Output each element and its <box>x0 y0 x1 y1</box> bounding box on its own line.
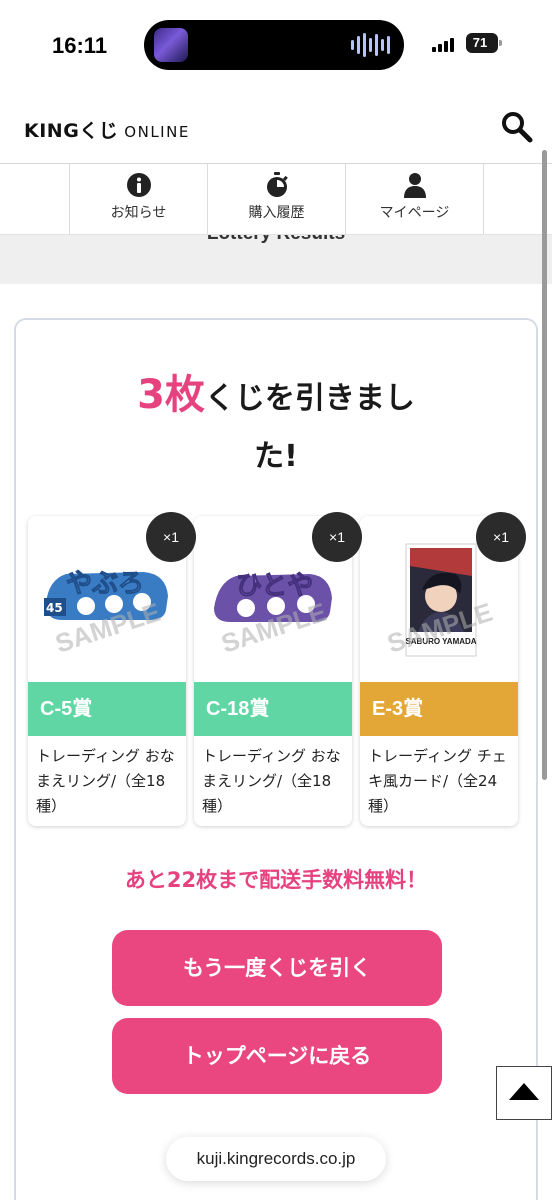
prize-name: トレーディング おなまえリング/（全18種） <box>202 747 341 815</box>
quantity-badge: ×1 <box>476 512 526 562</box>
info-icon <box>126 173 151 197</box>
result-heading-text-2: た! <box>254 439 298 474</box>
battery-level: 71 <box>472 35 488 50</box>
nav-bar: お知らせ 購入履歴 マイページ <box>0 164 552 234</box>
search-icon[interactable] <box>500 110 534 144</box>
nav-item-purchase-history[interactable]: 購入履歴 <box>207 164 345 234</box>
result-heading-text: くじを引きまし <box>204 381 415 416</box>
nav-label: 購入履歴 <box>248 205 305 221</box>
scroll-to-top-button[interactable] <box>496 1066 552 1120</box>
nav-item-my-page[interactable]: マイページ <box>345 164 483 234</box>
dynamic-island <box>144 20 404 70</box>
now-playing-artwork <box>154 28 188 62</box>
result-count: 3枚 <box>137 372 205 418</box>
cellular-signal-icon <box>432 36 454 52</box>
prize-card[interactable]: SABURO YAMADA SAMPLE E-3賞 トレーディング チェキ風カー… <box>360 516 518 826</box>
draw-again-button[interactable]: もう一度くじを引く <box>112 930 442 1006</box>
prize-name: トレーディング おなまえリング/（全18種） <box>36 747 175 815</box>
site-header: KINGくじ ONLINE <box>0 92 552 164</box>
browser-url-bar[interactable]: kuji.kingrecords.co.jp <box>166 1137 386 1181</box>
prize-rank: C-18賞 <box>194 682 352 736</box>
nav-item-news[interactable]: お知らせ <box>69 164 207 234</box>
nav-label: お知らせ <box>110 205 167 221</box>
prize-name: トレーディング チェキ風カード/（全24種） <box>368 747 507 815</box>
nav-label: マイページ <box>379 205 450 221</box>
stopwatch-icon <box>266 172 288 197</box>
ring-number: 45 <box>46 601 63 615</box>
logo-sub-text: ONLINE <box>124 123 190 141</box>
lottery-result-card: 3枚くじを引きまし た! 45 やぶろ SAMPLE C-5賞 トレーディング … <box>14 318 538 1200</box>
site-logo[interactable]: KINGくじ ONLINE <box>24 116 190 143</box>
status-bar: 16:11 71 <box>0 0 552 92</box>
status-time: 16:11 <box>52 33 108 58</box>
back-to-top-page-button[interactable]: トップページに戻る <box>112 1018 442 1094</box>
free-shipping-note: あと22枚まで配送手数料無料！ <box>124 868 428 892</box>
section-band: Lottery Results <box>0 234 552 284</box>
battery-icon: 71 <box>466 33 502 53</box>
prize-rank: E-3賞 <box>360 682 518 736</box>
result-heading: 3枚くじを引きまし た! <box>16 366 536 486</box>
page-scrollbar[interactable] <box>542 150 547 780</box>
user-icon <box>403 173 426 198</box>
ring-name-text: やぶろ <box>66 569 144 599</box>
logo-main-text: KINGくじ <box>24 120 119 142</box>
prize-card[interactable]: ひとや SAMPLE C-18賞 トレーディング おなまえリング/（全18種） <box>194 516 352 826</box>
arrow-up-icon <box>509 1083 539 1100</box>
prize-rank: C-5賞 <box>28 682 186 736</box>
nav-divider <box>483 164 484 234</box>
section-title: Lottery Results <box>0 235 552 245</box>
quantity-badge: ×1 <box>146 512 196 562</box>
audio-waveform-icon <box>351 32 390 58</box>
prize-card[interactable]: 45 やぶろ SAMPLE C-5賞 トレーディング おなまえリング/（全18種… <box>28 516 186 826</box>
quantity-badge: ×1 <box>312 512 362 562</box>
